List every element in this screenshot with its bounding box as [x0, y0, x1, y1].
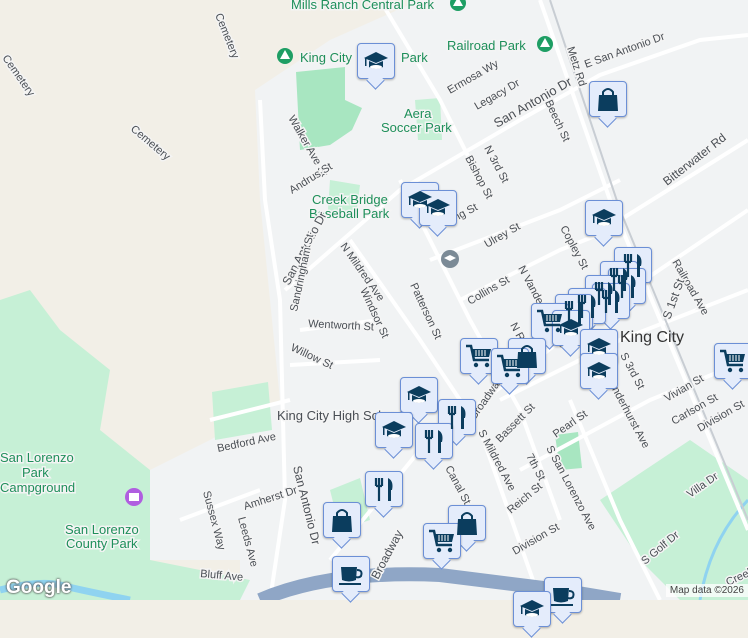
park-label[interactable]: San Lorenzo — [64, 521, 141, 539]
cafe-marker[interactable] — [544, 577, 582, 613]
grocery-marker[interactable] — [423, 523, 461, 559]
cafe-marker[interactable] — [332, 556, 370, 592]
grocery-marker[interactable] — [491, 348, 529, 384]
shopping-cart-icon — [719, 349, 747, 374]
city-label: King City — [620, 329, 684, 346]
svg-text:Cemetery: Cemetery — [0, 53, 37, 99]
grocery-marker[interactable] — [460, 338, 498, 374]
park-label[interactable]: Campground — [0, 479, 77, 497]
shopping-bag-icon — [597, 88, 619, 112]
school-marker[interactable] — [375, 412, 413, 448]
restaurant-icon — [601, 288, 621, 315]
school-marker[interactable] — [585, 200, 623, 236]
restaurant-marker[interactable] — [365, 471, 403, 507]
school-icon — [382, 421, 406, 438]
shopping-bag-icon — [456, 512, 478, 536]
school-icon — [426, 199, 450, 216]
coffee-icon — [550, 587, 575, 607]
restaurant-marker[interactable] — [415, 423, 453, 459]
tree-icon — [537, 36, 553, 52]
school-marker[interactable] — [400, 377, 438, 413]
map-attribution[interactable]: Map data ©2026 — [665, 584, 748, 597]
restaurant-icon — [424, 428, 444, 455]
grocery-marker[interactable] — [714, 343, 748, 379]
school-marker[interactable] — [419, 190, 457, 226]
park-label[interactable]: Soccer Park — [380, 119, 454, 137]
park-label[interactable]: Mills Ranch Central Park — [290, 0, 437, 14]
shopping-bag-icon — [331, 509, 353, 533]
school-icon — [407, 386, 431, 403]
school-icon — [592, 209, 616, 226]
google-logo[interactable]: Google — [6, 577, 71, 599]
school-marker[interactable] — [580, 353, 618, 389]
shopping-marker[interactable] — [589, 81, 627, 117]
park-label[interactable]: County Park — [65, 535, 140, 553]
school-icon — [559, 319, 583, 336]
park-label[interactable]: Aera — [403, 105, 434, 123]
restaurant-icon — [374, 476, 394, 503]
shopping-cart-icon — [465, 344, 493, 369]
coffee-icon — [338, 566, 363, 586]
shopping-cart-icon — [496, 354, 524, 379]
park-label[interactable]: Park — [400, 49, 430, 67]
school-marker[interactable] — [513, 591, 551, 627]
tree-icon — [277, 48, 293, 64]
school-poi-icon — [441, 250, 459, 268]
shopping-marker[interactable] — [323, 502, 361, 538]
park-label[interactable]: Park — [21, 464, 51, 482]
park-label[interactable]: Railroad Park — [446, 37, 528, 55]
school-icon — [520, 600, 544, 617]
park-label[interactable]: San Lorenzo — [0, 449, 75, 467]
school-marker[interactable] — [357, 43, 395, 79]
shopping-cart-icon — [428, 529, 456, 554]
school-icon — [587, 362, 611, 379]
park-label[interactable]: King City — [299, 49, 355, 67]
school-icon — [364, 52, 388, 69]
svg-text:Cemetery: Cemetery — [212, 12, 241, 61]
park-label[interactable]: Creek Bridge — [311, 191, 390, 209]
svg-text:Cemetery: Cemetery — [128, 123, 173, 163]
museum-poi-icon — [125, 488, 143, 506]
